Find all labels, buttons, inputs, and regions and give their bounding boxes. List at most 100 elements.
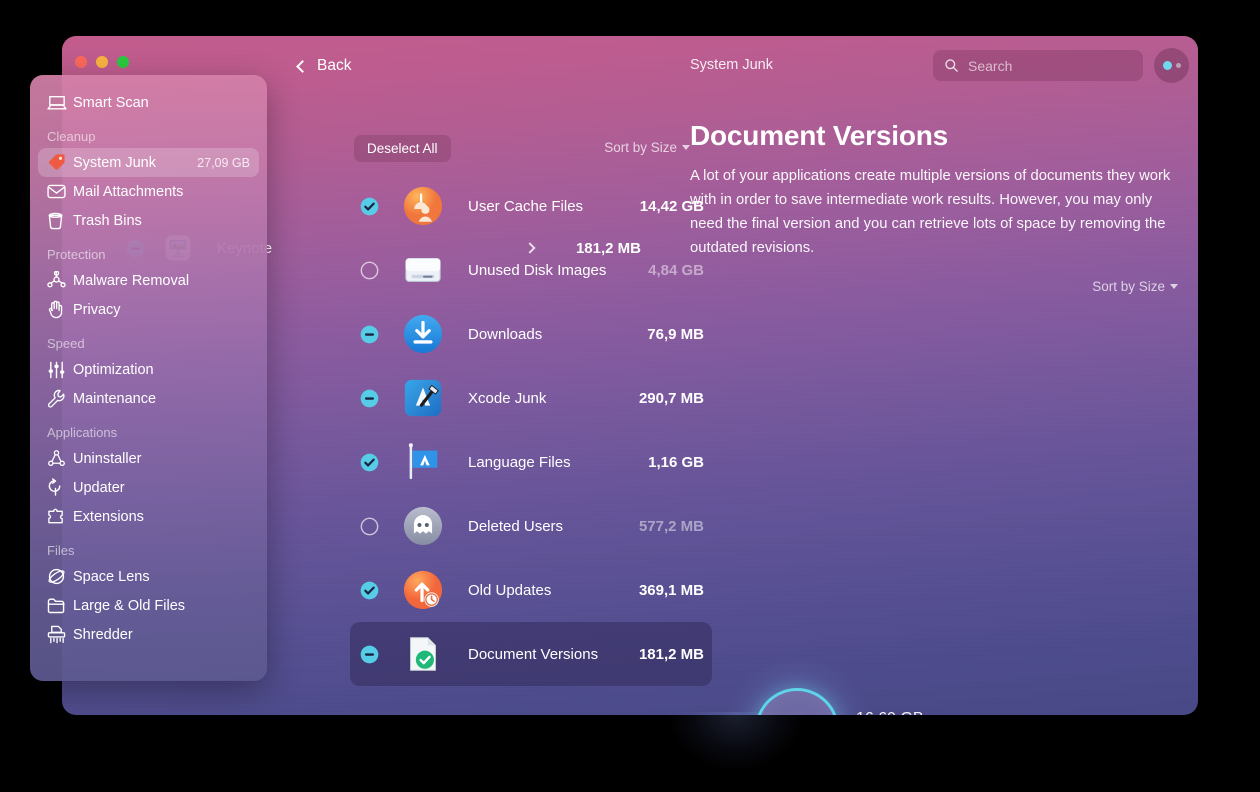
back-button-label: Back [317,57,352,74]
sidebar-item-size: 27,09 GB [197,155,250,170]
hand-icon [47,300,73,319]
table-row[interactable]: Xcode Junk 290,7 MB [350,366,712,430]
table-row[interactable]: Language Files 1,16 GB [350,430,712,494]
chevron-left-icon [296,59,309,73]
sidebar-group-heading: Cleanup [47,129,96,144]
sidebar-group-heading: Files [47,543,75,558]
row-checkbox[interactable] [360,453,379,472]
row-checkbox[interactable] [360,389,379,408]
puzzle-piece-icon [47,508,73,526]
sidebar-item-label: Large & Old Files [73,597,186,614]
sidebar-item-label: Extensions [73,508,144,525]
detail-sort-label: Sort by Size [1092,279,1165,294]
detail-description: A lot of your applications create multip… [690,168,1171,256]
search-input[interactable]: Search [933,50,1143,81]
smart-scan-icon [47,94,73,112]
window-title: System Junk [690,57,773,73]
row-size: 76,9 MB [647,325,704,343]
row-size: 290,7 MB [638,389,704,407]
sidebar-item-extensions[interactable]: Extensions [38,502,259,531]
sidebar-item-label: Maintenance [73,390,157,407]
sidebar-item-label: Shredder [73,626,133,643]
xcode-icon [402,377,444,419]
table-row[interactable]: Old Updates 369,1 MB [350,558,712,622]
sidebar-item-smart-scan[interactable]: Smart Scan [38,88,259,117]
planet-icon [47,567,73,586]
detail-sort-button[interactable]: Sort by Size [1092,279,1178,294]
search-icon [945,59,958,72]
sidebar-item-malware-removal[interactable]: Malware Removal [38,266,259,295]
sidebar-item-privacy[interactable]: Privacy [38,295,259,324]
table-row[interactable]: Downloads 76,9 MB [350,302,712,366]
row-checkbox[interactable] [360,197,379,216]
account-button[interactable] [1154,48,1189,83]
old-updates-icon [402,569,444,611]
table-row[interactable]: Document Versions 181,2 MB [350,622,712,686]
row-name: User Cache Files [468,197,584,215]
sidebar-top-section: Smart Scan [30,75,267,117]
minimize-button[interactable] [96,56,108,68]
screen: Back System Junk Search Deselect All Sor… [0,0,1260,792]
row-size: 4,84 GB [648,261,704,279]
language-flag-icon [402,441,444,483]
row-name: Language Files [468,453,571,471]
sidebar-item-label: Uninstaller [73,450,142,467]
maximize-button[interactable] [117,56,129,68]
table-row[interactable]: Deleted Users 577,2 MB [350,494,712,558]
sidebar-item-label: Malware Removal [73,272,190,289]
row-size: 181,2 MB [638,645,704,663]
sidebar-item-label: System Junk [73,154,156,171]
sidebar: Smart Scan Cleanup System Junk 27,09 GB Mai… [30,75,267,681]
sidebar-item-updater[interactable]: Updater [38,473,259,502]
back-button[interactable]: Back [292,54,357,78]
row-checkbox[interactable] [360,581,379,600]
sidebar-item-label: Mail Attachments [73,183,184,200]
account-secondary-dot-icon [1175,63,1181,68]
sidebar-item-large-old-files[interactable]: Large & Old Files [38,591,259,620]
row-name: Downloads [468,325,543,343]
row-checkbox[interactable] [360,325,379,344]
junk-list-column: Deselect All Sort by Size User Cache Fil… [292,96,712,715]
sidebar-item-maintenance[interactable]: Maintenance [38,384,259,413]
trash-bin-icon [47,212,73,230]
chevron-right-icon[interactable] [524,242,536,254]
app-size: 181,2 MB [575,239,641,257]
refresh-arrow-icon [47,478,73,497]
sliders-icon [47,361,73,379]
clean-button-shadow [668,712,804,770]
sidebar-item-system-junk[interactable]: System Junk 27,09 GB [38,148,259,177]
clean-button[interactable]: Clean [755,688,839,715]
row-name: Old Updates [468,581,552,599]
sidebar-item-label: Privacy [73,301,121,318]
list-sort-label: Sort by Size [604,140,677,155]
sidebar-item-space-lens[interactable]: Space Lens [38,562,259,591]
close-button[interactable] [75,56,87,68]
wrench-icon [47,389,73,408]
shredder-icon [47,625,73,644]
traffic-lights [75,56,129,68]
sidebar-groups: Cleanup System Junk 27,09 GB Mail Attachmen… [30,129,267,649]
row-size: 1,16 GB [648,453,704,471]
row-size: 577,2 MB [638,517,704,535]
row-name: Document Versions [468,645,599,663]
deselect-all-button[interactable]: Deselect All [354,135,451,162]
row-name: Xcode Junk [468,389,547,407]
row-size: 369,1 MB [638,581,704,599]
sidebar-item-label: Updater [73,479,125,496]
document-versions-icon [402,633,444,675]
sidebar-item-shredder[interactable]: Shredder [38,620,259,649]
sidebar-item-label: Space Lens [73,568,150,585]
row-checkbox[interactable] [360,645,379,664]
sidebar-item-uninstaller[interactable]: Uninstaller [38,444,259,473]
sidebar-item-label: Trash Bins [73,212,142,229]
hierarchy-icon [47,449,73,468]
folder-icon [47,597,73,614]
row-checkbox[interactable] [360,517,379,536]
sidebar-item-mail-attachments[interactable]: Mail Attachments [38,177,259,206]
downloads-icon [402,313,444,355]
account-dots-icon [1162,61,1172,70]
row-name: Deleted Users [468,517,564,535]
list-sort-button[interactable]: Sort by Size [604,140,690,155]
sidebar-item-optimization[interactable]: Optimization [38,355,259,384]
sidebar-item-trash-bins[interactable]: Trash Bins [38,206,259,235]
